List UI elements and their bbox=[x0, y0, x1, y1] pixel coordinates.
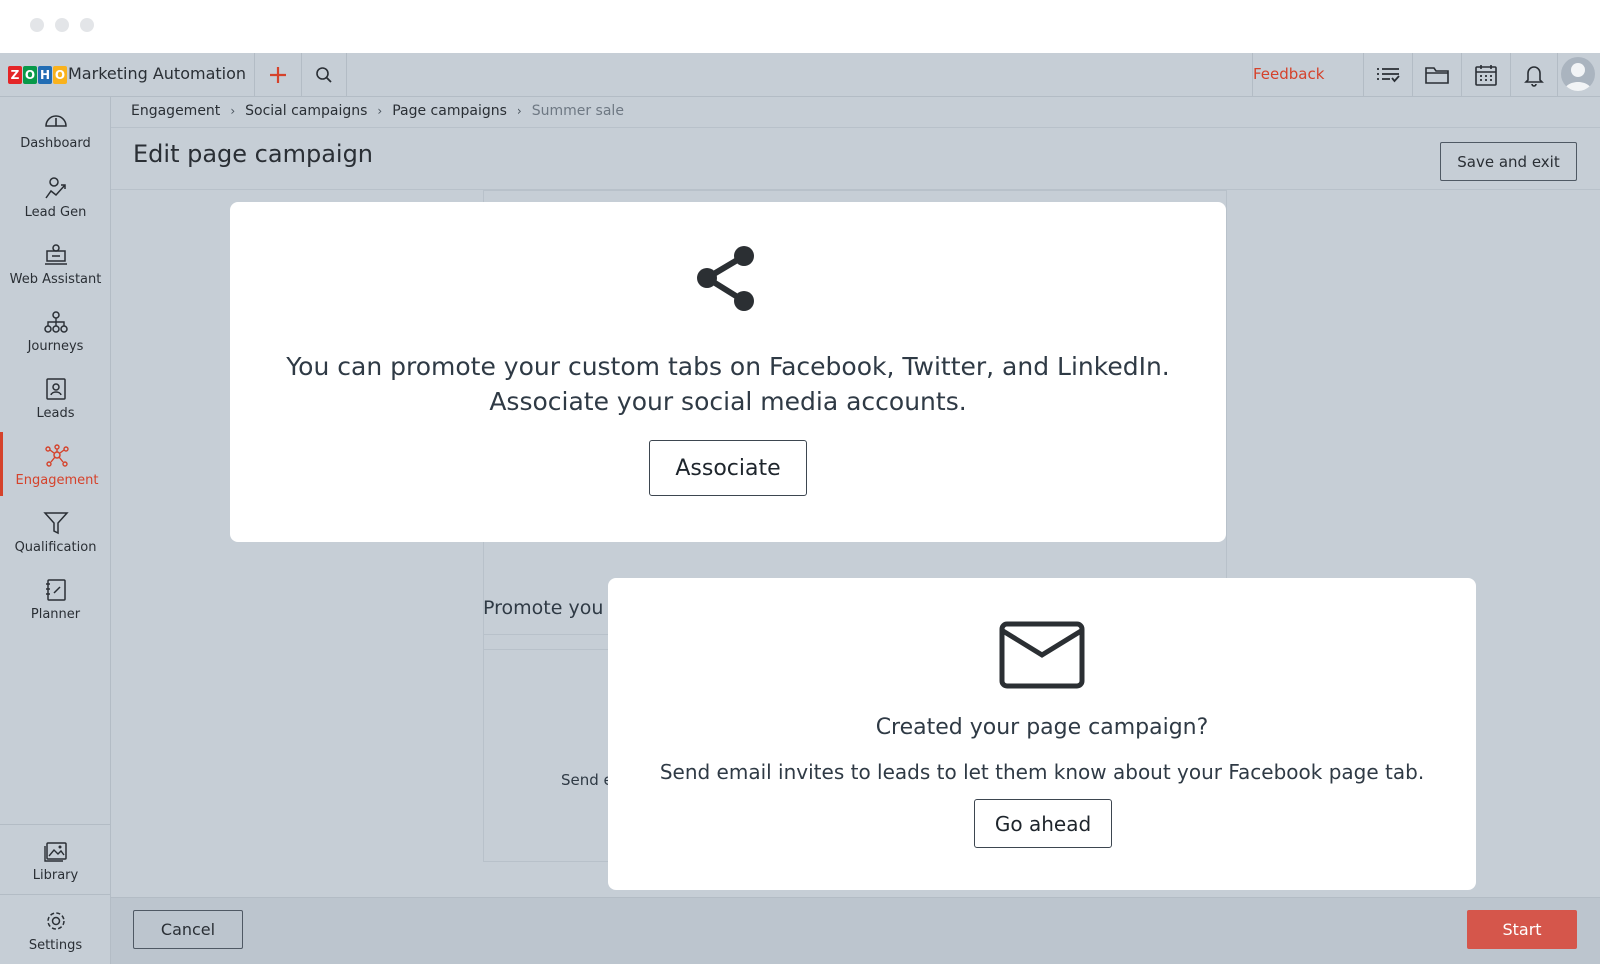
sidebar-item-settings[interactable]: Settings bbox=[0, 897, 111, 961]
add-icon[interactable] bbox=[255, 53, 301, 97]
breadcrumb-page-campaigns[interactable]: Page campaigns bbox=[392, 103, 507, 119]
email-card-description: Send email invites to leads to let them … bbox=[659, 760, 1425, 784]
leads-icon bbox=[45, 378, 66, 400]
breadcrumb-social-campaigns[interactable]: Social campaigns bbox=[245, 103, 367, 119]
feedback-link[interactable]: Feedback bbox=[1253, 65, 1324, 83]
sidebar-item-label: Qualification bbox=[14, 540, 97, 555]
associate-button[interactable]: Associate bbox=[649, 440, 807, 496]
promote-heading: Promote you bbox=[483, 597, 604, 619]
sidebar-item-label: Planner bbox=[30, 607, 81, 622]
breadcrumb-engagement[interactable]: Engagement bbox=[131, 103, 220, 119]
email-invite-card: Created your page campaign? Send email i… bbox=[608, 578, 1476, 890]
sidebar-item-lead-gen[interactable]: Lead Gen bbox=[0, 164, 111, 228]
window-zoom-dot[interactable] bbox=[80, 18, 94, 32]
planner-icon bbox=[45, 579, 66, 601]
chevron-right-icon: › bbox=[230, 104, 236, 118]
start-button[interactable]: Start bbox=[1467, 910, 1577, 949]
sidebar-item-engagement[interactable]: Engagement bbox=[0, 432, 111, 496]
settings-icon bbox=[46, 912, 65, 930]
window-titlebar bbox=[0, 0, 1600, 53]
social-card-message: You can promote your custom tabs on Face… bbox=[286, 352, 1170, 381]
top-bar: Z O H O Marketing Automation Feedback bbox=[0, 53, 1600, 97]
divider bbox=[1557, 53, 1558, 97]
sidebar-item-label: Engagement bbox=[15, 473, 99, 488]
divider bbox=[0, 824, 111, 825]
sidebar-item-leads[interactable]: Leads bbox=[0, 365, 111, 429]
lead-gen-icon bbox=[44, 177, 66, 199]
sidebar-item-web-assistant[interactable]: Web Assistant bbox=[0, 231, 111, 295]
bell-icon[interactable] bbox=[1511, 53, 1557, 97]
cancel-button[interactable]: Cancel bbox=[133, 910, 243, 949]
app-name: Marketing Automation bbox=[68, 64, 247, 83]
library-icon bbox=[43, 842, 67, 862]
sidebar-item-label: Lead Gen bbox=[24, 205, 87, 220]
divider bbox=[0, 894, 111, 895]
share-icon bbox=[697, 246, 754, 311]
journeys-icon bbox=[43, 311, 68, 333]
sidebar-item-planner[interactable]: Planner bbox=[0, 566, 111, 630]
task-list-icon[interactable] bbox=[1364, 53, 1412, 97]
page-title: Edit page campaign bbox=[133, 140, 374, 168]
save-and-exit-button[interactable]: Save and exit bbox=[1440, 142, 1577, 181]
logo-letter: O bbox=[53, 66, 67, 84]
web-assistant-icon bbox=[44, 244, 67, 265]
folder-icon[interactable] bbox=[1413, 53, 1461, 97]
social-promotion-card: You can promote your custom tabs on Face… bbox=[230, 202, 1226, 542]
sidebar-item-label: Leads bbox=[36, 406, 75, 421]
chevron-right-icon: › bbox=[516, 104, 522, 118]
sidebar-item-journeys[interactable]: Journeys bbox=[0, 298, 111, 362]
sidebar-item-dashboard[interactable]: Dashboard bbox=[0, 97, 111, 161]
sidebar-item-qualification[interactable]: Qualification bbox=[0, 499, 111, 563]
sidebar-item-label: Web Assistant bbox=[9, 272, 102, 287]
chevron-right-icon: › bbox=[377, 104, 383, 118]
divider bbox=[346, 53, 347, 97]
send-email-snippet: Send e bbox=[561, 771, 613, 789]
user-avatar-icon[interactable] bbox=[1561, 57, 1595, 91]
social-card-subtext: Associate your social media accounts. bbox=[489, 387, 967, 416]
window-minimize-dot[interactable] bbox=[55, 18, 69, 32]
engagement-icon bbox=[45, 444, 69, 467]
email-card-heading: Created your page campaign? bbox=[875, 715, 1209, 740]
zoho-logo: Z O H O bbox=[8, 66, 68, 84]
sidebar-item-label: Dashboard bbox=[20, 136, 91, 151]
qualification-icon bbox=[42, 512, 69, 535]
dashboard-icon bbox=[44, 115, 67, 127]
logo-letter: Z bbox=[8, 66, 22, 84]
window-close-dot[interactable] bbox=[30, 18, 44, 32]
sidebar-item-label: Library bbox=[32, 868, 79, 883]
sidebar-item-label: Settings bbox=[28, 938, 83, 953]
breadcrumb-current: Summer sale bbox=[531, 103, 624, 119]
calendar-icon[interactable] bbox=[1462, 53, 1510, 97]
logo-letter: O bbox=[23, 66, 37, 84]
sidebar-item-label: Journeys bbox=[27, 339, 84, 354]
breadcrumb: Engagement › Social campaigns › Page cam… bbox=[131, 103, 624, 119]
logo-letter: H bbox=[38, 66, 52, 84]
envelope-icon bbox=[999, 621, 1085, 689]
footer-bar: Cancel Start bbox=[111, 897, 1600, 964]
sidebar: Dashboard Lead Gen Web Assistant Journey… bbox=[0, 97, 111, 964]
search-icon[interactable] bbox=[302, 53, 346, 97]
go-ahead-button[interactable]: Go ahead bbox=[974, 799, 1112, 848]
sidebar-item-library[interactable]: Library bbox=[0, 827, 111, 891]
